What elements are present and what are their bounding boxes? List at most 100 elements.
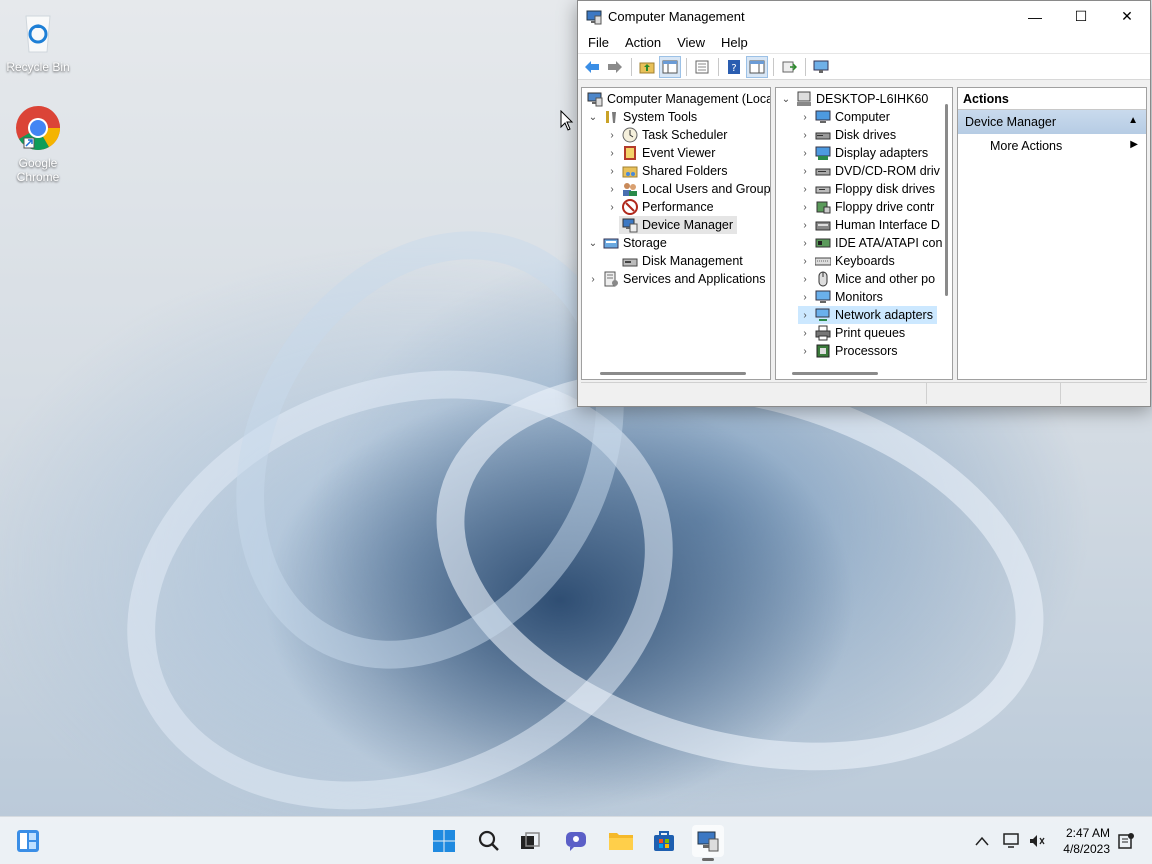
menu-file[interactable]: File <box>580 35 617 50</box>
widgets-icon[interactable] <box>12 825 44 857</box>
show-hide-action-pane-button[interactable] <box>746 55 768 78</box>
device-category-display-adapters[interactable]: › Display adapters <box>798 144 928 162</box>
file-explorer-icon[interactable] <box>605 825 637 857</box>
minimize-button[interactable]: — <box>1012 1 1058 32</box>
mouse-cursor-icon <box>560 109 574 135</box>
chevron-right-icon[interactable]: › <box>605 200 619 214</box>
back-button[interactable] <box>581 56 603 78</box>
chevron-right-icon[interactable]: › <box>798 146 812 160</box>
chevron-down-icon[interactable]: ⌄ <box>586 110 600 124</box>
chevron-right-icon[interactable]: › <box>798 164 812 178</box>
chevron-right-icon[interactable]: › <box>798 290 812 304</box>
actions-section-device-manager[interactable]: Device Manager ▲ <box>958 110 1146 134</box>
chevron-right-icon[interactable]: › <box>798 254 812 268</box>
maximize-button[interactable]: ☐ <box>1058 1 1104 32</box>
show-hide-tree-button[interactable] <box>659 55 681 78</box>
device-category-ide-ata-atapi[interactable]: › IDE ATA/ATAPI con <box>798 234 942 252</box>
chevron-down-icon[interactable]: ⌄ <box>586 236 600 250</box>
chevron-right-icon[interactable]: › <box>605 164 619 178</box>
vertical-scrollbar[interactable] <box>945 104 948 296</box>
menu-action[interactable]: Action <box>617 35 669 50</box>
tree-item-task-scheduler[interactable]: › Task Scheduler <box>605 126 727 144</box>
device-category-monitors[interactable]: › Monitors <box>798 288 883 306</box>
tree-item-event-viewer[interactable]: › Event Viewer <box>605 144 715 162</box>
chevron-right-icon[interactable]: › <box>798 218 812 232</box>
computer-icon <box>796 91 812 107</box>
chevron-right-icon[interactable]: › <box>798 236 812 250</box>
optical-drive-icon <box>815 163 831 179</box>
tree-item-local-users-and-groups[interactable]: › Local Users and Groups <box>605 180 770 198</box>
network-icon[interactable] <box>997 825 1025 857</box>
chevron-right-icon[interactable]: › <box>798 200 812 214</box>
chevron-right-icon[interactable]: › <box>798 326 812 340</box>
tree-item-system-tools[interactable]: ⌄ System Tools <box>586 108 697 126</box>
computer-management-icon <box>586 9 602 25</box>
computer-management-taskbar-icon[interactable] <box>692 825 724 861</box>
device-root[interactable]: ⌄ DESKTOP-L6IHK60 <box>779 90 928 108</box>
menu-help[interactable]: Help <box>713 35 756 50</box>
chevron-right-icon[interactable]: › <box>798 272 812 286</box>
toolbar-separator <box>718 57 719 76</box>
device-category-floppy-drive-controllers[interactable]: › Floppy drive contr <box>798 198 934 216</box>
search-icon[interactable] <box>473 825 505 857</box>
chevron-up-icon[interactable] <box>968 825 996 857</box>
device-category-human-interface-devices[interactable]: › Human Interface D <box>798 216 940 234</box>
tree-label: Storage <box>623 236 667 250</box>
close-button[interactable]: ✕ <box>1104 1 1150 32</box>
device-tree-pane[interactable]: ⌄ DESKTOP-L6IHK60 › Computer › Disk driv… <box>775 87 953 380</box>
svg-text:?: ? <box>731 63 736 74</box>
tree-item-performance[interactable]: › Performance <box>605 198 714 216</box>
device-category-network-adapters[interactable]: › Network adapters <box>798 306 937 324</box>
notifications-icon[interactable] <box>1112 825 1140 857</box>
collapse-arrow-icon[interactable]: ▲ <box>1128 115 1138 126</box>
tree-item-device-manager[interactable]: Device Manager <box>619 216 738 234</box>
device-category-processors[interactable]: › Processors <box>798 342 897 360</box>
chevron-right-icon[interactable]: › <box>798 182 812 196</box>
title-bar[interactable]: Computer Management — ☐ ✕ <box>578 1 1150 32</box>
tree-item-services-and-applications[interactable]: › Services and Applications <box>586 270 765 288</box>
chevron-right-icon[interactable]: › <box>605 182 619 196</box>
tree-item-disk-management[interactable]: Disk Management <box>619 252 743 270</box>
menu-view[interactable]: View <box>669 35 713 50</box>
device-category-dvd-cd-rom[interactable]: › DVD/CD-ROM driv <box>798 162 940 180</box>
device-category-print-queues[interactable]: › Print queues <box>798 324 905 342</box>
chevron-right-icon[interactable]: › <box>586 272 600 286</box>
device-category-keyboards[interactable]: › Keyboards <box>798 252 894 270</box>
device-category-disk-drives[interactable]: › Disk drives <box>798 126 896 144</box>
tree-item-shared-folders[interactable]: › Shared Folders <box>605 162 727 180</box>
chevron-down-icon[interactable]: ⌄ <box>779 92 793 106</box>
export-list-button[interactable] <box>778 56 800 78</box>
recycle-bin-desktop-icon[interactable]: Recycle Bin <box>3 8 73 74</box>
volume-icon[interactable] <box>1023 825 1051 857</box>
device-category-mice[interactable]: › Mice and other po <box>798 270 935 288</box>
chevron-right-icon[interactable]: › <box>605 128 619 142</box>
horizontal-scrollbar[interactable] <box>600 372 746 375</box>
chevron-right-icon[interactable]: › <box>798 308 812 322</box>
start-button[interactable] <box>428 825 460 857</box>
menu-bar: File Action View Help <box>578 32 1150 53</box>
chevron-right-icon[interactable]: › <box>605 146 619 160</box>
chevron-right-icon[interactable]: › <box>798 344 812 358</box>
device-category-floppy-disk-drives[interactable]: › Floppy disk drives <box>798 180 935 198</box>
chevron-right-icon[interactable]: › <box>798 128 812 142</box>
more-actions-item[interactable]: More Actions ▶ <box>958 134 1146 158</box>
up-folder-button[interactable] <box>636 56 658 78</box>
microsoft-store-icon[interactable] <box>648 825 680 857</box>
google-chrome-desktop-icon[interactable]: Google Chrome <box>3 104 73 184</box>
properties-button[interactable] <box>691 56 713 78</box>
help-button[interactable]: ? <box>723 56 745 78</box>
clock[interactable]: 2:47 AM 4/8/2023 <box>1063 825 1110 857</box>
forward-button[interactable] <box>604 56 626 78</box>
tree-item-storage[interactable]: ⌄ Storage <box>586 234 667 252</box>
services-icon <box>603 271 619 287</box>
tree-item-computer-management[interactable]: Computer Management (Local <box>584 90 770 108</box>
device-category-computer[interactable]: › Computer <box>798 108 890 126</box>
event-viewer-icon <box>622 145 638 161</box>
more-actions-label: More Actions <box>990 139 1063 153</box>
task-view-icon[interactable] <box>514 825 546 857</box>
chevron-right-icon[interactable]: › <box>798 110 812 124</box>
console-tree-pane[interactable]: Computer Management (Local ⌄ System Tool… <box>581 87 771 380</box>
chat-icon[interactable] <box>560 825 592 857</box>
monitor-button[interactable] <box>810 56 832 78</box>
horizontal-scrollbar[interactable] <box>792 372 878 375</box>
